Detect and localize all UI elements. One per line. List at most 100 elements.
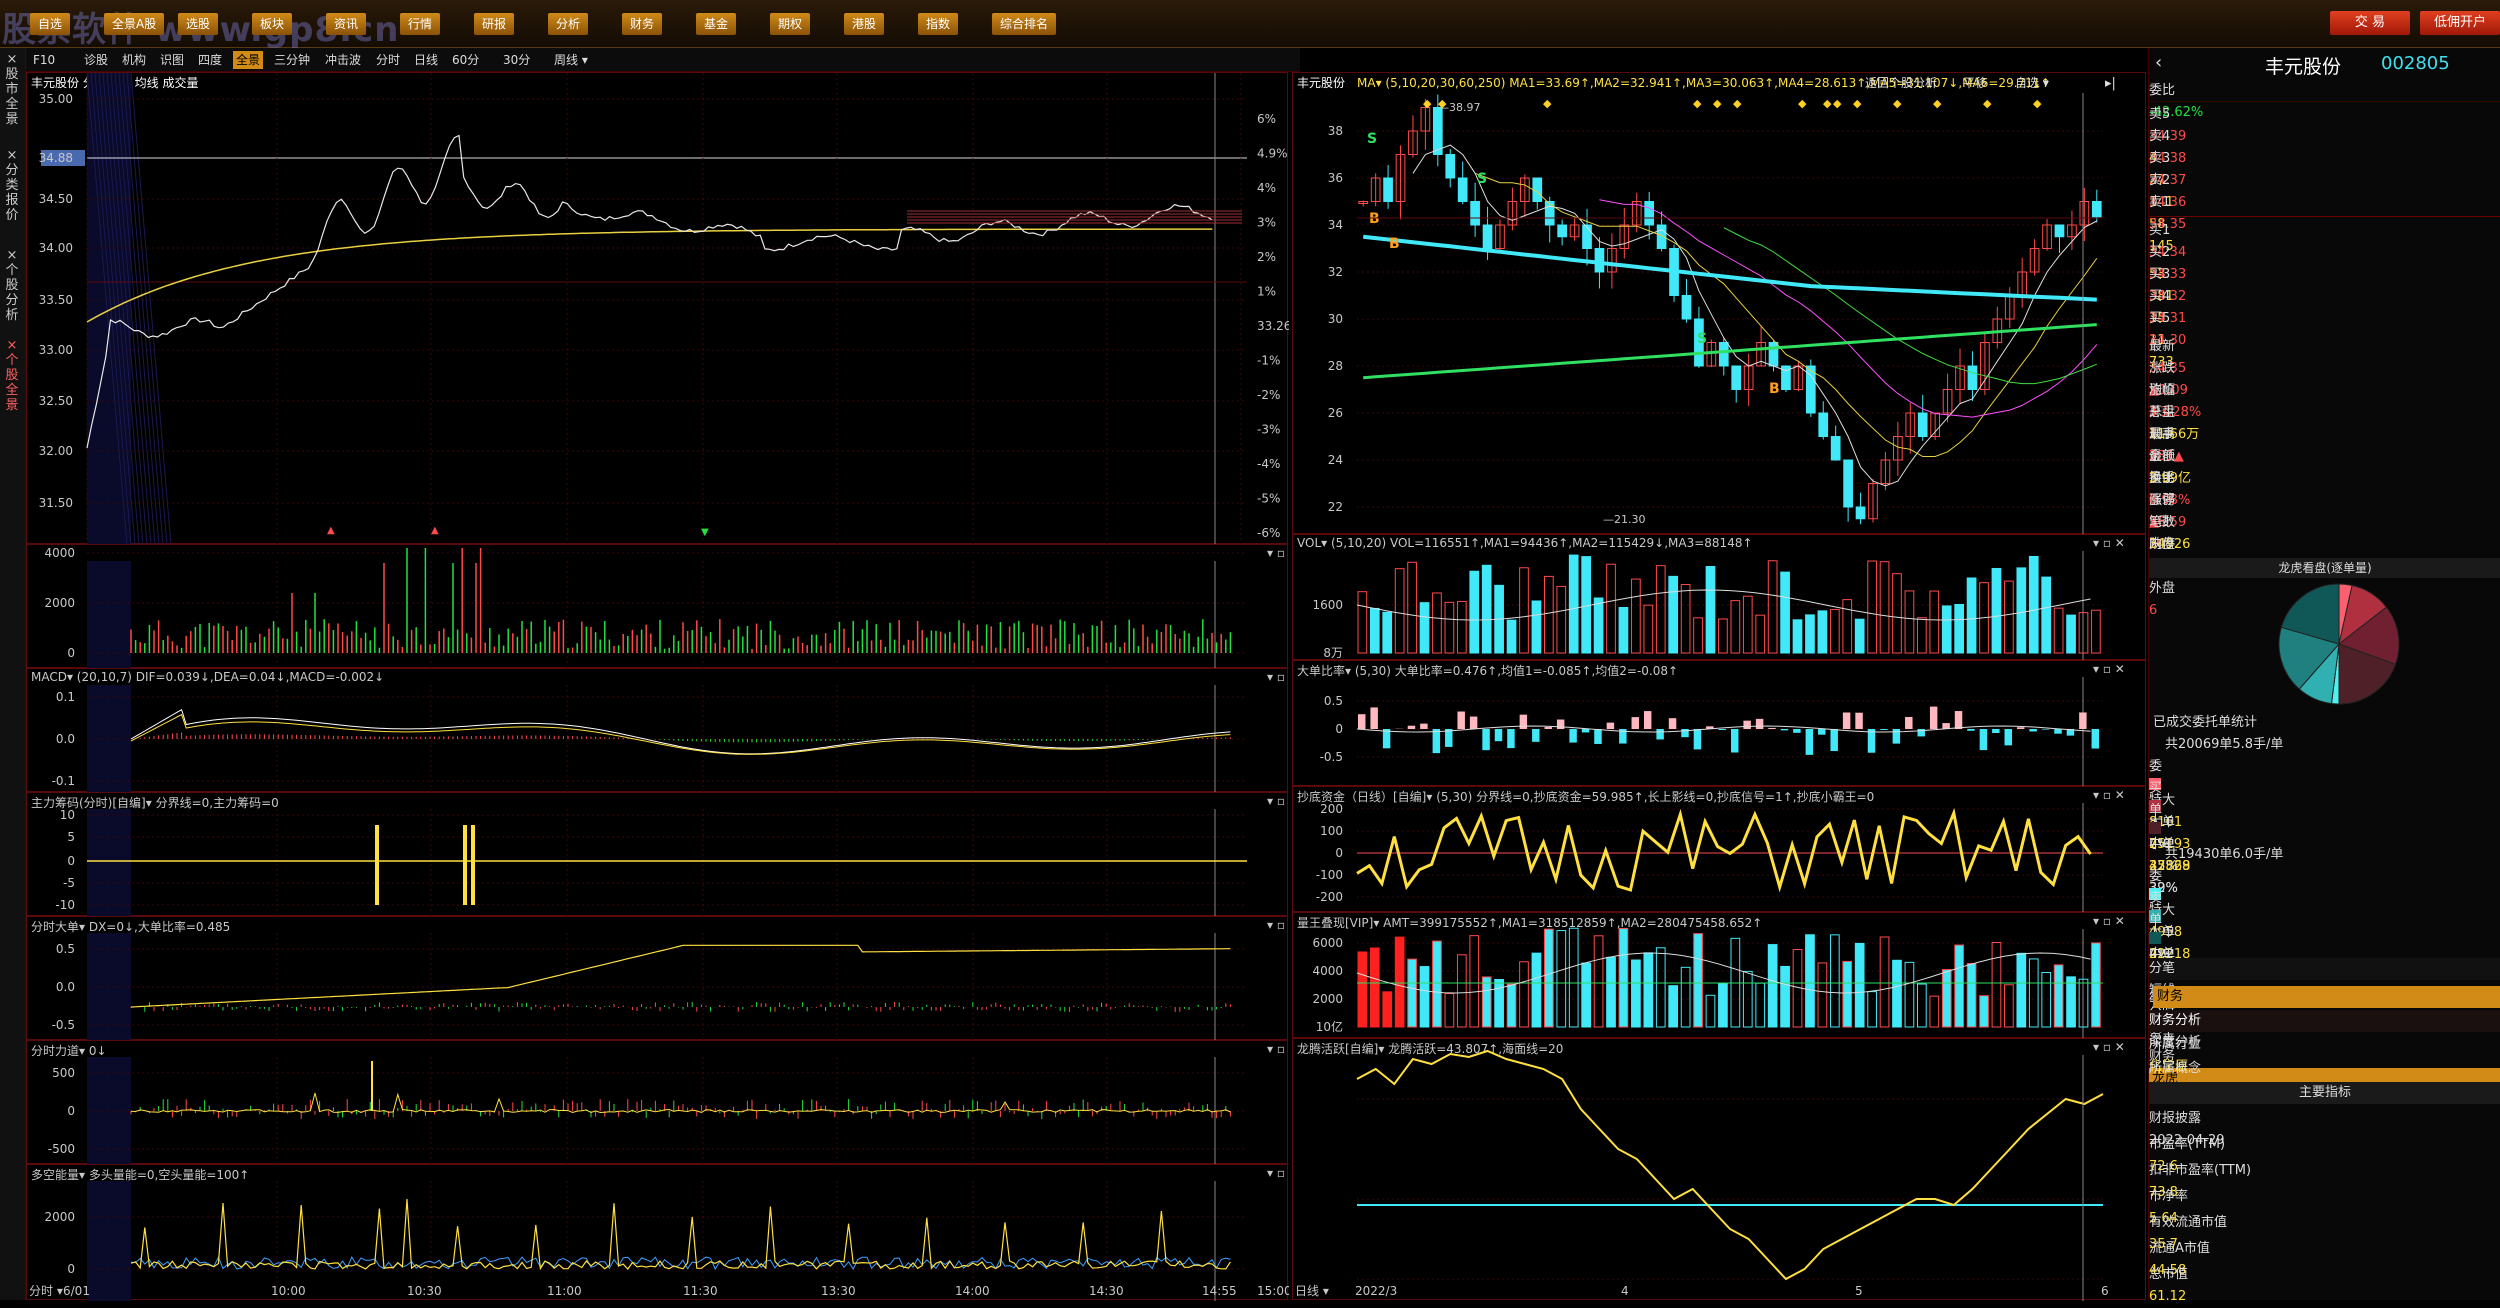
daily-dd-bar <box>1557 720 1564 729</box>
toolbar-item-12[interactable]: 周线 ▾ <box>551 51 591 69</box>
daily-vol-bar <box>1967 578 1976 653</box>
daily-vol-bar <box>1768 561 1777 653</box>
top-button-0[interactable]: 自选 <box>30 13 70 35</box>
price-tick: 35.00 <box>39 92 73 106</box>
daily-dd-bar <box>1507 729 1514 748</box>
daily-dd-bar <box>1582 729 1589 732</box>
quote-tab-0[interactable]: 分笔 <box>2149 958 2500 980</box>
toolbar-item-10[interactable]: 60分 <box>449 51 482 69</box>
trade-button[interactable]: 交 易 <box>2330 11 2410 35</box>
stat-label: 最新 <box>2149 336 2500 358</box>
toolbar-item-8[interactable]: 分时 <box>373 51 403 69</box>
stat-row: 内盘52676外盘6 <box>2149 534 2500 556</box>
daily-dd-bar <box>1731 729 1738 753</box>
order-row: 单中单4203236% <box>2149 910 2500 932</box>
intraday-dd-pane: 分时大单▾ DX=0↓,大单比率=0.485 0.50.0-0.5▾ ▫ ✕ <box>26 916 1288 1040</box>
top-button-4[interactable]: 资讯 <box>326 13 366 35</box>
toolbar-item-9[interactable]: 日线 <box>411 51 441 69</box>
toolbar-item-7[interactable]: 冲击波 <box>322 51 364 69</box>
zl-bar <box>463 825 467 905</box>
daily-lj-bar <box>1520 962 1529 1027</box>
pct-tick: -2% <box>1257 388 1280 402</box>
daily-lj-bar <box>1482 977 1491 1027</box>
price-tick: 34.00 <box>39 241 73 255</box>
top-button-8[interactable]: 财务 <box>622 13 662 35</box>
toolbar-item-11[interactable]: 30分 <box>500 51 533 69</box>
top-button-1[interactable]: 全景A股 <box>104 13 164 35</box>
toolbar-item-6[interactable]: 三分钟 <box>271 51 313 69</box>
pct-tick: -5% <box>1257 492 1280 506</box>
daily-dd-bar <box>2054 729 2061 734</box>
dpane-tick: 4000 <box>1312 964 1343 978</box>
toolbar-item-5[interactable]: 全景 <box>233 51 263 69</box>
kline-candle <box>2092 202 2101 217</box>
pct-tick: 3% <box>1257 216 1276 230</box>
metric-row: 总市值61.12 <box>2149 1264 2500 1286</box>
top-button-2[interactable]: 选股 <box>178 13 218 35</box>
toolbar-item-2[interactable]: 机构 <box>119 51 149 69</box>
top-button-9[interactable]: 基金 <box>696 13 736 35</box>
vtab-category[interactable]: × 分 类 报 价 <box>2 148 22 223</box>
toolbar-item-0[interactable]: F10 <box>30 51 58 69</box>
kline-candle <box>2055 225 2064 237</box>
sub-tick: -10 <box>55 898 75 912</box>
daily-kline-chart: 丰元股份MA▾ (5,10,20,30,60,250) MA1=33.69↑,M… <box>1293 73 2147 535</box>
signal-marker: S <box>1697 331 1707 347</box>
order-row: 单中单3786832% <box>2149 800 2500 822</box>
daily-lj-bar <box>1806 935 1815 1027</box>
daily-lj-bar <box>2005 985 2014 1027</box>
daily-dd-bar <box>1520 715 1527 729</box>
top-button-3[interactable]: 板块 <box>252 13 292 35</box>
kline-tick: 26 <box>1328 406 1343 420</box>
toolbar-item-1[interactable]: 诊股 <box>81 51 111 69</box>
top-button-10[interactable]: 期权 <box>770 13 810 35</box>
intraday-ld-pane: 分时力道▾ 0↓ 5000-500▾ ▫ ✕ <box>26 1040 1288 1164</box>
vtab-stock-analysis[interactable]: × 个 股 分 析 <box>2 248 22 323</box>
stat-row: 涨停36.59跌停2 <box>2149 490 2500 512</box>
top-button-7[interactable]: 分析 <box>548 13 588 35</box>
daily-vol-bar <box>1632 579 1641 653</box>
top-button-6[interactable]: 研报 <box>474 13 514 35</box>
top-button-13[interactable]: 综合排名 <box>992 13 1056 35</box>
vtab-market[interactable]: × 股 市 全 景 <box>2 52 22 127</box>
price-tick: 32.00 <box>39 444 73 458</box>
order-row: 小单4532939% <box>2149 822 2500 844</box>
metric-label: 总市值 <box>2149 1264 2500 1286</box>
stock-name: 丰元股份 <box>2265 52 2341 79</box>
daily-lj-bar <box>1980 996 1989 1027</box>
back-chevron-icon[interactable]: ‹ <box>2155 52 2162 73</box>
daily-dd-bar <box>1806 729 1813 755</box>
event-diamond: ◆ <box>1438 97 1447 110</box>
toolbar-item-3[interactable]: 识图 <box>157 51 187 69</box>
vtab-stock-overview[interactable]: × 个 股 全 景 <box>2 338 22 413</box>
ask-label: 卖3 <box>2149 148 2500 170</box>
daily-lj-bar <box>1669 986 1678 1027</box>
open-account-button[interactable]: 低佣开户 <box>2420 11 2500 35</box>
date-tick: 4 <box>1621 1284 1629 1298</box>
pane-controls: ▾ ▫ ✕ <box>2093 662 2125 676</box>
top-button-12[interactable]: 指数 <box>918 13 958 35</box>
toolbar-item-4[interactable]: 四度 <box>195 51 225 69</box>
daily-lj-bar <box>1607 957 1616 1027</box>
daily-cd-chart: 2001000-100-200▾ ▫ ✕ <box>1293 787 2147 913</box>
up-marker: ▲ <box>431 525 439 536</box>
ld-chart: 5000-500▾ ▫ ✕ <box>27 1041 1289 1165</box>
daily-kline-pane: 丰元股份MA▾ (5,10,20,30,60,250) MA1=33.69↑,M… <box>1292 72 2146 534</box>
dpane-tick: 0.5 <box>1324 694 1343 708</box>
fin-subtab-0[interactable]: 财务分析 <box>2149 1010 2500 1032</box>
top-button-11[interactable]: 港股 <box>844 13 884 35</box>
bid-label: 买1 <box>2149 220 2500 242</box>
kline-tick: 28 <box>1328 359 1343 373</box>
top-button-5[interactable]: 行情 <box>400 13 440 35</box>
daily-lj-bar <box>1370 948 1379 1027</box>
daily-vol-bar <box>1855 619 1864 653</box>
daily-lj-bar <box>2029 959 2038 1027</box>
daily-lj-bar <box>1457 955 1466 1027</box>
intraday-volume-pane: 400020000▾ ▫ ✕ <box>26 544 1288 668</box>
kline-candle <box>1558 225 1567 237</box>
daily-dd-bar <box>1868 729 1875 753</box>
order-side-label: 单 <box>2149 910 2500 932</box>
daily-lj-bar <box>1868 992 1877 1027</box>
fin-tab-label[interactable]: 财务 <box>2153 986 2500 1008</box>
daily-dd-bar <box>1880 729 1887 730</box>
